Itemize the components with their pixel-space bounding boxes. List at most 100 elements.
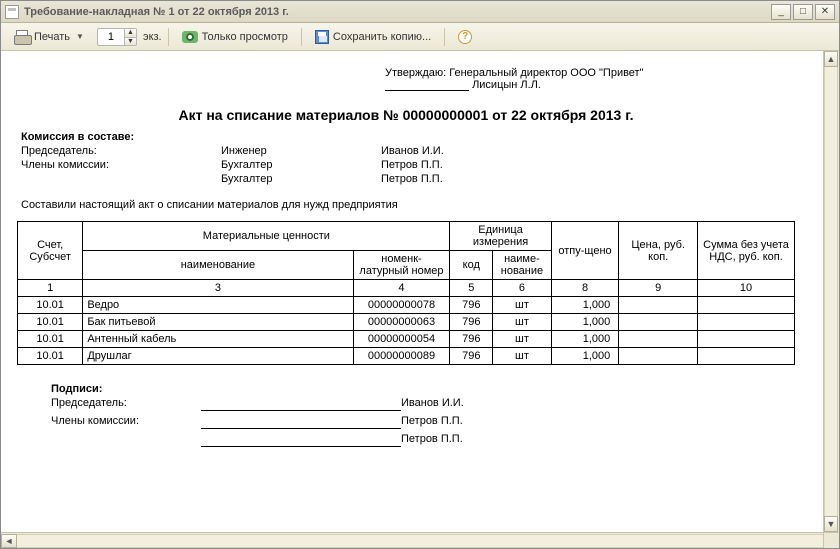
printer-icon — [14, 30, 30, 44]
scroll-track[interactable] — [824, 67, 838, 516]
cell-acc: 10.01 — [18, 331, 83, 348]
toolbar: Печать ▼ ▲ ▼ экз. Только просмотр Сохран… — [1, 23, 839, 51]
copies-up[interactable]: ▲ — [124, 29, 136, 37]
copies-unit: экз. — [143, 31, 162, 43]
th-code: код — [450, 251, 493, 280]
commission-position: Бухгалтер — [221, 159, 381, 171]
materials-table: Счет, Субсчет Материальные ценности Един… — [17, 221, 795, 365]
scroll-corner — [823, 532, 839, 548]
cell-sum — [698, 331, 795, 348]
signatures-heading: Подписи: — [51, 383, 795, 395]
save-copy-label: Сохранить копию... — [333, 31, 431, 43]
th-name: наименование — [83, 251, 353, 280]
commission-grid: Председатель: Инженер Иванов И.И. Члены … — [21, 145, 791, 185]
commission-heading: Комиссия в составе: — [21, 131, 791, 143]
cell-sum — [698, 297, 795, 314]
document-scroll[interactable]: Утверждаю: Генеральный директор ООО "При… — [1, 51, 839, 532]
commission-name: Петров П.П. — [381, 173, 581, 185]
colnum: 4 — [353, 280, 450, 297]
sign-name: Петров П.П. — [401, 415, 561, 429]
scroll-up-button[interactable]: ▲ — [824, 51, 838, 67]
maximize-button[interactable]: □ — [793, 4, 813, 20]
save-copy-button[interactable]: Сохранить копию... — [308, 27, 438, 47]
colnum: 3 — [83, 280, 353, 297]
sign-role: Председатель: — [51, 397, 201, 411]
copies-stepper[interactable]: ▲ ▼ — [97, 28, 137, 46]
cell-qty: 1,000 — [551, 348, 619, 365]
commission-role: Члены комиссии: — [21, 159, 221, 171]
approve-role: Генеральный директор ООО "Привет" — [449, 67, 643, 79]
separator — [444, 28, 445, 46]
commission-role: Председатель: — [21, 145, 221, 157]
approval-signature-line — [385, 79, 469, 91]
cell-nomen: 00000000089 — [353, 348, 450, 365]
cell-unit: шт — [493, 314, 552, 331]
colnum: 5 — [450, 280, 493, 297]
commission-name: Иванов И.И. — [381, 145, 581, 157]
cell-code: 796 — [450, 348, 493, 365]
cell-qty: 1,000 — [551, 331, 619, 348]
separator — [168, 28, 169, 46]
horizontal-scrollbar[interactable]: ◄ ► — [1, 532, 839, 548]
minimize-button[interactable]: _ — [771, 4, 791, 20]
commission-name: Петров П.П. — [381, 159, 581, 171]
preview-label: Только просмотр — [202, 31, 288, 43]
approval-block: Утверждаю: Генеральный директор ООО "При… — [385, 67, 795, 91]
cell-price — [619, 314, 698, 331]
cell-nomen: 00000000054 — [353, 331, 450, 348]
materials-body: 10.01 Ведро 00000000078 796 шт 1,000 10.… — [18, 297, 795, 365]
th-materials: Материальные ценности — [83, 222, 450, 251]
help-button[interactable]: ? — [451, 27, 479, 47]
cell-acc: 10.01 — [18, 314, 83, 331]
copies-down[interactable]: ▼ — [124, 37, 136, 45]
th-price: Цена, руб. коп. — [619, 222, 698, 280]
cell-price — [619, 297, 698, 314]
scroll-left-button[interactable]: ◄ — [1, 534, 17, 548]
signature-line — [201, 397, 401, 411]
document-area: Утверждаю: Генеральный директор ООО "При… — [1, 51, 839, 548]
cell-code: 796 — [450, 314, 493, 331]
cell-nomen: 00000000063 — [353, 314, 450, 331]
scroll-down-button[interactable]: ▼ — [824, 516, 838, 532]
cell-code: 796 — [450, 297, 493, 314]
colnum: 1 — [18, 280, 83, 297]
table-row: 10.01 Антенный кабель 00000000054 796 шт… — [18, 331, 795, 348]
print-label: Печать — [34, 31, 70, 43]
document-icon — [5, 5, 19, 19]
cell-name: Бак питьевой — [83, 314, 353, 331]
vertical-scrollbar[interactable]: ▲ ▼ — [823, 51, 839, 532]
window-title: Требование-накладная № 1 от 22 октября 2… — [24, 6, 771, 18]
cell-sum — [698, 314, 795, 331]
th-qty: отпу-щено — [551, 222, 619, 280]
preview-only-button[interactable]: Только просмотр — [175, 28, 295, 46]
colnum: 6 — [493, 280, 552, 297]
intro-text: Составили настоящий акт о списании матер… — [21, 199, 795, 211]
close-button[interactable]: ✕ — [815, 4, 835, 20]
cell-acc: 10.01 — [18, 348, 83, 365]
signature-line — [201, 415, 401, 429]
table-row: 10.01 Бак питьевой 00000000063 796 шт 1,… — [18, 314, 795, 331]
th-sum: Сумма без учета НДС, руб. коп. — [698, 222, 795, 280]
help-icon: ? — [458, 30, 472, 44]
th-account: Счет, Субсчет — [18, 222, 83, 280]
colnum: 9 — [619, 280, 698, 297]
cell-price — [619, 348, 698, 365]
cell-price — [619, 331, 698, 348]
cell-unit: шт — [493, 297, 552, 314]
commission-position: Инженер — [221, 145, 381, 157]
copies-input[interactable] — [98, 31, 124, 43]
cell-code: 796 — [450, 331, 493, 348]
commission-position: Бухгалтер — [221, 173, 381, 185]
commission-role — [21, 173, 221, 185]
sign-name: Иванов И.И. — [401, 397, 561, 411]
sign-name: Петров П.П. — [401, 433, 561, 447]
window-controls: _ □ ✕ — [771, 4, 835, 20]
table-row: 10.01 Ведро 00000000078 796 шт 1,000 — [18, 297, 795, 314]
approve-name: Лисицын Л.Л. — [472, 79, 541, 91]
cell-nomen: 00000000078 — [353, 297, 450, 314]
scroll-track[interactable] — [17, 534, 823, 548]
cell-name: Антенный кабель — [83, 331, 353, 348]
print-button[interactable]: Печать ▼ — [7, 27, 91, 47]
separator — [301, 28, 302, 46]
sign-role — [51, 433, 201, 447]
